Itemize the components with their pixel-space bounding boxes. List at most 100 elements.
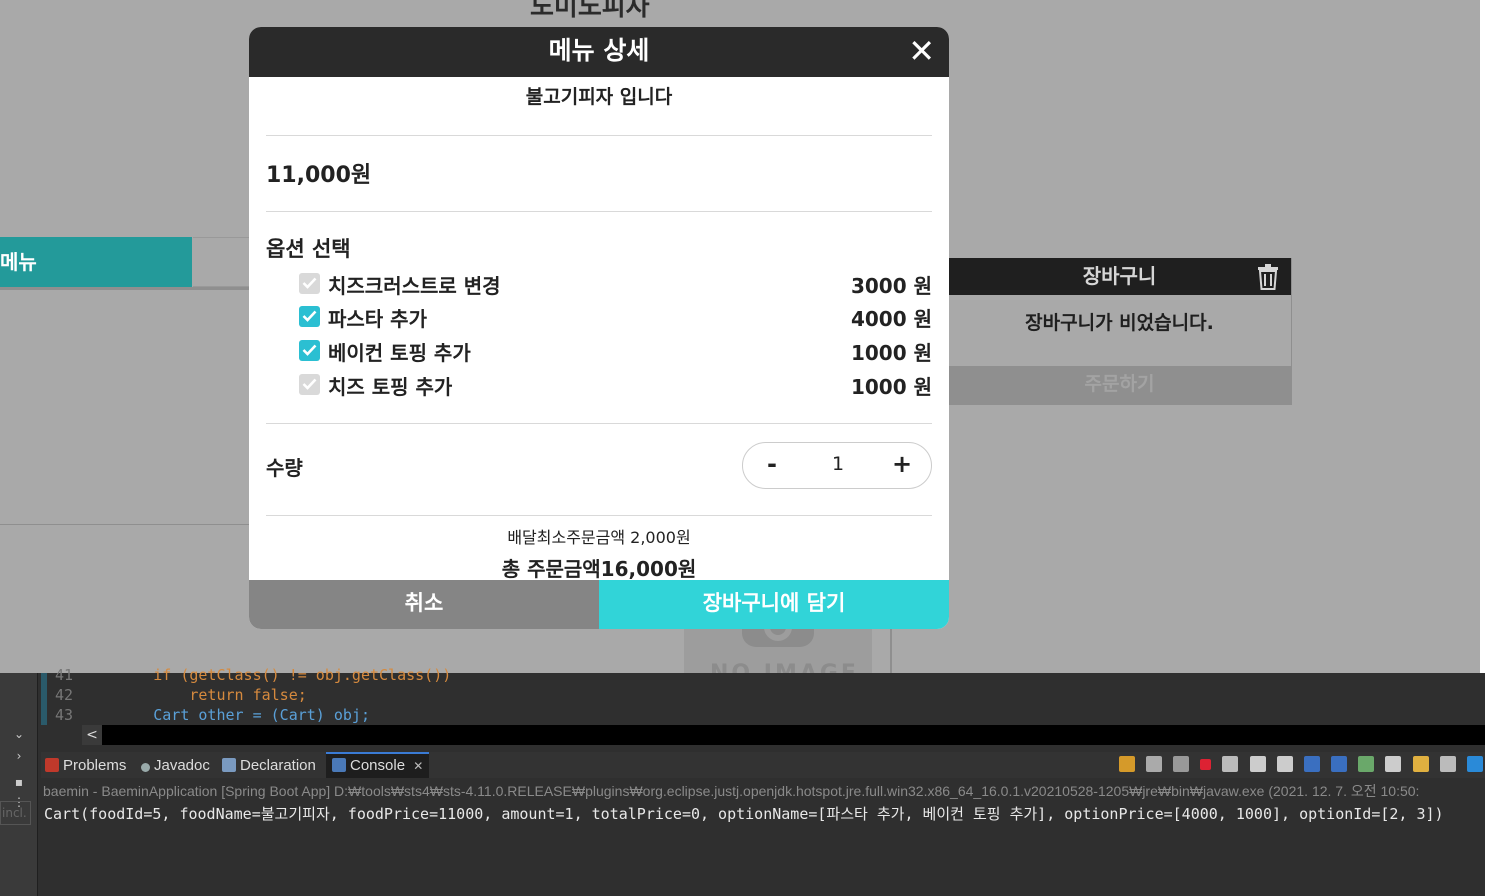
- option-checkbox[interactable]: [299, 340, 320, 361]
- ide-panel: ⌄ › ▪ ⋮ incl. 41 if (getClass() != obj.g…: [0, 666, 1485, 896]
- content-divider: [0, 524, 250, 525]
- cart-panel: 장바구니 장바구니가 비었습니다. 주문하기: [948, 258, 1292, 405]
- code-text: return false;: [81, 686, 307, 704]
- chevron-right-icon[interactable]: ›: [0, 747, 38, 765]
- display-console-icon[interactable]: [1385, 756, 1402, 773]
- open-console-icon[interactable]: [1412, 756, 1429, 773]
- declaration-icon: [222, 758, 236, 772]
- tab-javadoc[interactable]: Javadoc: [141, 754, 210, 778]
- console-toolbar: [1112, 755, 1483, 775]
- divider: [266, 423, 932, 424]
- divider: [266, 211, 932, 212]
- cart-title: 장바구니: [1082, 264, 1157, 288]
- pin-console-icon[interactable]: [1358, 756, 1375, 773]
- remove-launch-icon[interactable]: [1145, 756, 1162, 773]
- code-line: 41 if (getClass() != obj.getClass()): [41, 665, 451, 685]
- check-icon: [302, 344, 317, 356]
- options-title: 옵션 선택: [266, 237, 351, 261]
- store-title: 도미노피자: [530, 0, 650, 22]
- javadoc-icon: [141, 763, 150, 772]
- show-stdout-icon[interactable]: [1303, 756, 1320, 773]
- option-row[interactable]: 치즈 토핑 추가 1000 원: [299, 370, 932, 400]
- modal-title: 메뉴 상세: [548, 36, 650, 65]
- tab-menu[interactable]: 메뉴: [0, 237, 192, 287]
- check-icon: [302, 277, 317, 289]
- sync-icon[interactable]: [1118, 756, 1135, 773]
- option-checkbox[interactable]: [299, 273, 320, 294]
- option-checkbox[interactable]: [299, 374, 320, 395]
- option-row[interactable]: 파스타 추가 4000 원: [299, 302, 932, 332]
- option-name: 치즈크러스트로 변경: [328, 274, 501, 298]
- option-price: 4000 원: [850, 307, 932, 331]
- minimize-view-icon[interactable]: [1439, 756, 1456, 773]
- tab-other[interactable]: [193, 237, 253, 287]
- code-editor[interactable]: 41 if (getClass() != obj.getClass()) 42 …: [41, 666, 1485, 725]
- scroll-lock-icon[interactable]: [1249, 756, 1266, 773]
- quantity-minus-button[interactable]: -: [757, 449, 787, 479]
- clear-console-icon[interactable]: [1222, 756, 1239, 773]
- quantity-stepper: - 1 +: [742, 442, 932, 489]
- option-row[interactable]: 치즈크러스트로 변경 3000 원: [299, 269, 932, 299]
- line-number: 42: [55, 686, 74, 704]
- option-name: 베이컨 토핑 추가: [328, 341, 471, 365]
- close-icon[interactable]: ✕: [908, 34, 935, 68]
- tab-label: Javadoc: [154, 757, 210, 774]
- option-checkbox[interactable]: [299, 306, 320, 327]
- code-line: 42 return false;: [41, 685, 307, 705]
- line-number: 43: [55, 706, 74, 724]
- change-marker: [41, 673, 47, 725]
- trash-icon[interactable]: [1257, 264, 1279, 290]
- quantity-label: 수량: [266, 456, 303, 480]
- console-launch-path: baemin - BaeminApplication [Spring Boot …: [43, 783, 1420, 799]
- min-order-amount: 배달최소주문금액 2,000원: [507, 528, 691, 547]
- quantity-plus-button[interactable]: +: [887, 449, 917, 479]
- option-name: 치즈 토핑 추가: [328, 375, 453, 399]
- option-name: 파스타 추가: [328, 307, 427, 331]
- view-tabs-bar: Problems Javadoc Declaration Console ✕: [41, 752, 1485, 778]
- ide-left-strip: ⌄ › ▪ ⋮ incl.: [0, 673, 38, 896]
- check-icon: [302, 310, 317, 322]
- order-button[interactable]: 주문하기: [948, 366, 1291, 404]
- terminate-icon[interactable]: [1200, 758, 1212, 770]
- tab-label: Problems: [63, 757, 127, 774]
- column-divider: [890, 627, 892, 673]
- no-image-label: NO IMAGE: [710, 661, 859, 673]
- tab-label: Declaration: [240, 757, 316, 774]
- cart-header: 장바구니: [948, 258, 1291, 295]
- divider: [266, 515, 932, 516]
- scroll-left-button[interactable]: <: [82, 725, 102, 745]
- word-wrap-icon[interactable]: [1276, 756, 1293, 773]
- no-image-thumbnail: NO IMAGE: [684, 627, 872, 673]
- option-row[interactable]: 베이컨 토핑 추가 1000 원: [299, 336, 932, 366]
- chevron-down-icon[interactable]: ⌄: [0, 725, 38, 743]
- add-to-cart-button[interactable]: 장바구니에 담기: [599, 580, 949, 629]
- close-icon[interactable]: ✕: [413, 759, 423, 773]
- tab-label: Console: [350, 757, 406, 774]
- cancel-button[interactable]: 취소: [249, 580, 599, 629]
- minimize-icon[interactable]: ▪: [0, 773, 38, 791]
- web-page-area: 도미노피자 메뉴 NO IMAGE 장바구니 장바구니가 비었습니다. 주문하기…: [0, 0, 1480, 673]
- tab-problems[interactable]: Problems: [45, 754, 126, 778]
- tab-underline: [0, 287, 260, 290]
- total-order-amount: 총 주문금액16,000원: [501, 557, 697, 581]
- code-line: 43 Cart other = (Cart) obj;: [41, 705, 370, 725]
- console-output-line: Cart(foodId=5, foodName=불고기피자, foodPrice…: [44, 805, 1444, 823]
- tab-console[interactable]: Console ✕: [326, 752, 430, 778]
- problems-icon: [45, 758, 59, 772]
- cart-empty-message: 장바구니가 비었습니다.: [1025, 312, 1214, 334]
- maximize-view-icon[interactable]: [1467, 756, 1483, 773]
- menu-price: 11,000원: [266, 163, 372, 188]
- option-price: 1000 원: [850, 341, 932, 365]
- console-icon: [332, 758, 346, 772]
- code-text: if (getClass() != obj.getClass()): [81, 666, 452, 684]
- filter-input[interactable]: incl.: [0, 801, 31, 825]
- option-price: 1000 원: [850, 375, 932, 399]
- divider: [266, 135, 932, 136]
- show-stderr-icon[interactable]: [1331, 756, 1348, 773]
- code-text: Cart other = (Cart) obj;: [81, 706, 370, 724]
- modal-header: 메뉴 상세 ✕: [249, 27, 949, 77]
- remove-all-icon[interactable]: [1173, 756, 1190, 773]
- tab-declaration[interactable]: Declaration: [222, 754, 316, 778]
- line-number: 41: [55, 666, 74, 684]
- horizontal-scrollbar[interactable]: <: [82, 725, 1485, 745]
